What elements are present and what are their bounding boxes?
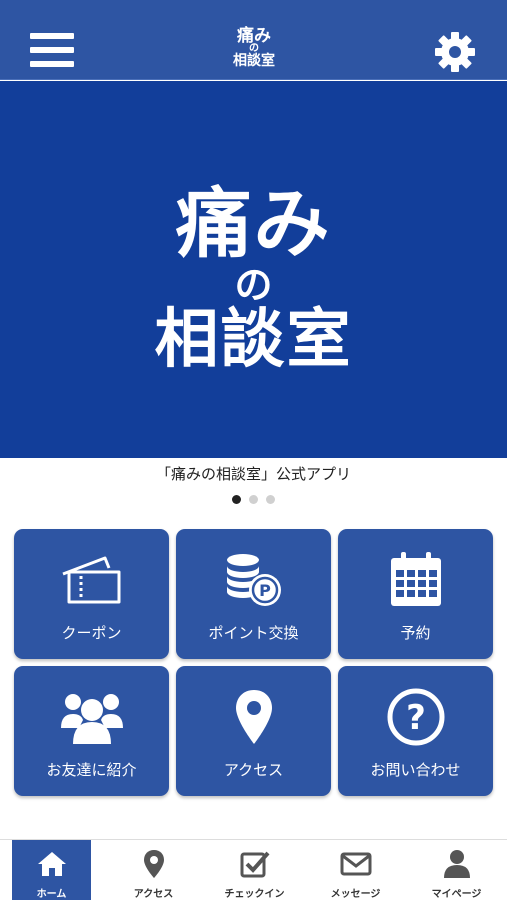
tab-access-label: アクセス <box>133 889 174 900</box>
header-logo: 痛み の 相談室 <box>219 28 289 76</box>
reservation-tile[interactable]: 予約 <box>338 529 493 659</box>
question-icon: ? <box>338 684 493 750</box>
refer-friend-tile-label: お友達に紹介 <box>46 761 137 779</box>
carousel-dots <box>0 495 507 504</box>
tab-access[interactable]: アクセス <box>103 840 204 900</box>
hero-line1: 痛み <box>175 179 332 268</box>
hero-banner[interactable]: 痛み の 相談室 <box>0 81 507 458</box>
point-exchange-tile[interactable]: P ポイント交換 <box>176 529 331 659</box>
tab-mypage-label: マイページ <box>431 889 482 900</box>
hero-line3: 相談室 <box>154 303 353 377</box>
refer-friend-tile[interactable]: お友達に紹介 <box>14 666 169 796</box>
coins-point-icon: P <box>176 547 331 613</box>
group-icon <box>14 684 169 750</box>
contact-tile-label: お問い合わせ <box>370 761 461 779</box>
coupon-tile[interactable]: クーポン <box>14 529 169 659</box>
ticket-icon <box>14 547 169 613</box>
access-tile-label: アクセス <box>223 761 284 779</box>
hero-line2: の <box>234 263 273 307</box>
access-tile[interactable]: アクセス <box>176 666 331 796</box>
coupon-tile-label: クーポン <box>61 624 122 642</box>
map-pin-icon <box>176 684 331 750</box>
carousel-dot-3[interactable] <box>266 495 275 504</box>
tab-home[interactable]: ホーム <box>12 840 91 900</box>
app-header: 痛み の 相談室 <box>0 0 507 80</box>
bottom-tab-bar: ホーム アクセス チェックイン メッセージ マイページ <box>0 839 507 900</box>
hero-logo: 痛み の 相談室 <box>0 179 507 377</box>
gear-icon[interactable] <box>433 30 477 74</box>
header-logo-line3: 相談室 <box>233 53 275 69</box>
carousel-dot-2[interactable] <box>249 495 258 504</box>
checkin-icon <box>204 848 305 880</box>
map-pin-icon <box>103 848 204 880</box>
user-icon <box>406 848 507 880</box>
tab-mypage[interactable]: マイページ <box>406 840 507 900</box>
banner-caption: 「痛みの相談室」公式アプリ <box>155 465 351 483</box>
hamburger-menu-icon[interactable] <box>30 33 74 71</box>
home-icon <box>12 848 91 880</box>
tab-message-label: メッセージ <box>330 889 381 900</box>
calendar-icon <box>338 547 493 613</box>
carousel-dot-1[interactable] <box>232 495 241 504</box>
svg-text:?: ? <box>406 698 426 738</box>
tab-message[interactable]: メッセージ <box>305 840 406 900</box>
tab-checkin[interactable]: チェックイン <box>204 840 305 900</box>
tab-home-label: ホーム <box>36 889 67 900</box>
reservation-tile-label: 予約 <box>400 624 431 642</box>
envelope-icon <box>305 848 406 880</box>
tab-checkin-label: チェックイン <box>224 889 285 900</box>
contact-tile[interactable]: ? お問い合わせ <box>338 666 493 796</box>
point-exchange-tile-label: ポイント交換 <box>208 624 299 642</box>
svg-text:P: P <box>259 581 271 600</box>
